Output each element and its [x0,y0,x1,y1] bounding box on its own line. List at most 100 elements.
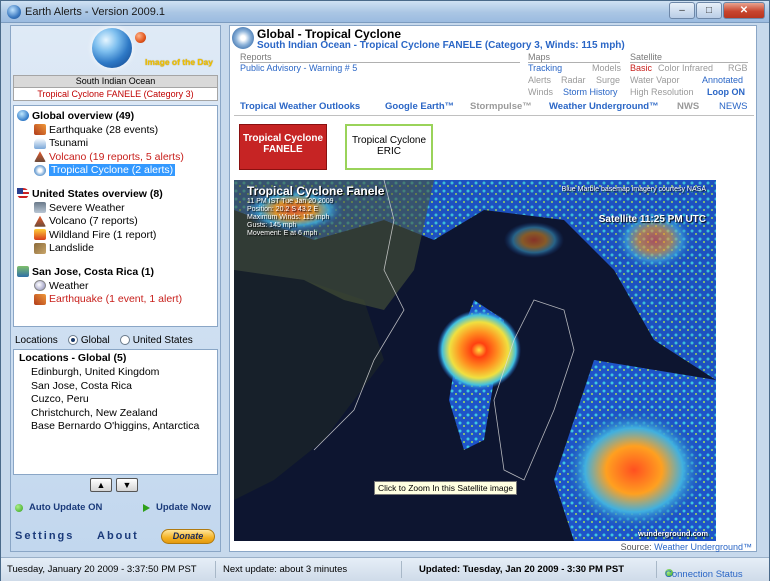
color-infrared-link[interactable]: Color Infrared [658,63,713,73]
status-bar: Tuesday, January 20 2009 - 3:37:50 PM PS… [1,557,769,581]
radio-global[interactable]: Global [67,334,110,346]
tree-group-us[interactable]: United States overview (8) [17,186,217,201]
tree-item-label: Earthquake (1 event, 1 alert) [49,293,183,306]
radio-icon[interactable] [119,335,130,345]
surge-link[interactable]: Surge [596,75,620,85]
settings-button[interactable]: Settings [15,530,74,542]
nws-link[interactable]: NWS [677,101,699,112]
about-button[interactable]: About [97,530,139,542]
move-down-button[interactable]: ▼ [116,478,138,492]
zoom-tooltip: Click to Zoom In this Satellite image [374,481,518,495]
tree-item-weather[interactable]: Weather [17,279,217,293]
tree-item-volcano[interactable]: Volcano (19 reports, 5 alerts) [17,150,217,164]
news-link[interactable]: NEWS [719,101,748,112]
page-subtitle[interactable]: South Indian Ocean - Tropical Cyclone FA… [257,40,625,51]
next-update: Next update: about 3 minutes [223,564,348,575]
annotated-link[interactable]: Annotated [702,75,743,85]
storm-eric-button[interactable]: Tropical Cyclone ERIC [345,124,433,170]
tropical-outlooks-link[interactable]: Tropical Weather Outlooks [240,101,360,112]
image-of-the-day-label[interactable]: Image of the Day [145,57,213,67]
tree-item-severe-weather[interactable]: Severe Weather [17,201,217,215]
alerts-link[interactable]: Alerts [528,75,551,85]
tree-group-global[interactable]: Global overview (49) [17,108,217,123]
status-dot-icon [15,503,23,512]
globe-icon[interactable] [92,28,132,68]
radio-label: United States [132,334,193,346]
connection-status-label: Connection Status [665,569,743,580]
satellite-image[interactable]: Tropical Cyclone Fanele 11 PM IST Tue Ja… [234,180,716,541]
alerts-tree: Global overview (49) Earthquake (28 even… [13,105,218,327]
divider [656,561,657,578]
locations-list: Locations - Global (5) Edinburgh, United… [13,349,218,475]
alert-dot-icon [135,32,146,43]
list-item[interactable]: Christchurch, New Zealand [19,407,217,421]
auto-update-toggle[interactable]: Auto Update ON [15,502,102,513]
locations-filter: Locations Global United States [13,333,218,347]
tree-item-tropical-cyclone[interactable]: Tropical Cyclone (2 alerts) [17,164,217,178]
models-link[interactable]: Models [592,63,621,73]
stormpulse-link[interactable]: Stormpulse™ [470,101,532,112]
storm-icon [34,202,46,214]
tree-item-tsunami[interactable]: Tsunami [17,137,217,151]
public-advisory-link[interactable]: Public Advisory - Warning # 5 [240,63,357,73]
image-of-the-day[interactable]: Image of the Day [11,26,220,76]
title-bar: Earth Alerts - Version 2009.1 – □ ✕ [1,1,769,23]
tracking-link[interactable]: Tracking [528,63,562,73]
source-link[interactable]: Weather Underground™ [654,542,752,552]
tree-item-us-volcano[interactable]: Volcano (7 reports) [17,215,217,229]
storm-info-line: 11 PM IST Tue Jan 20 2009 [247,198,334,205]
divider [401,561,402,578]
minimize-button[interactable]: – [669,2,695,19]
tree-group-san-jose[interactable]: San Jose, Costa Rica (1) [17,264,217,279]
source-attribution: Source: Weather Underground™ [621,542,752,552]
reports-header: Reports [240,52,520,63]
satellite-time: Satellite 11:25 PM UTC [598,214,706,225]
imagery-credit: Blue Marble basemap imagery courtesy NAS… [561,186,706,193]
tree-item-landslide[interactable]: Landslide [17,242,217,256]
rgb-link[interactable]: RGB [728,63,748,73]
update-now-button[interactable]: Update Now [143,502,211,513]
high-resolution-link[interactable]: High Resolution [630,87,694,97]
cyclone-icon [232,27,254,49]
list-item[interactable]: Cuzco, Peru [19,393,217,407]
storm-info: 11 PM IST Tue Jan 20 2009 Position: 20.2… [247,198,334,238]
main-panel: Global - Tropical Cyclone South Indian O… [229,25,757,552]
tree-item-label: Tsunami [49,137,89,150]
fire-icon [34,229,46,241]
maximize-button[interactable]: □ [696,2,722,19]
tree-item-wildland-fire[interactable]: Wildland Fire (1 report) [17,228,217,242]
tree-item-label: Severe Weather [49,201,125,214]
radio-icon[interactable] [67,335,78,345]
globe-icon [17,110,29,121]
weather-underground-link[interactable]: Weather Underground™ [549,101,659,112]
tree-item-label: Wildland Fire (1 report) [49,228,157,241]
play-icon [143,503,150,512]
storm-info-line: Position: 20.2 S 43.2 E [247,206,319,213]
close-button[interactable]: ✕ [723,2,765,19]
tree-item-earthquake[interactable]: Earthquake (28 events) [17,123,217,137]
storm-fanele-button[interactable]: Tropical Cyclone FANELE [239,124,327,170]
loop-toggle[interactable]: Loop ON [707,87,745,97]
list-item[interactable]: Base Bernardo O'higgins, Antarctica [19,420,217,434]
tree-item-label: Volcano (19 reports, 5 alerts) [49,150,184,163]
google-earth-link[interactable]: Google Earth™ [385,101,454,112]
region-label: South Indian Ocean [13,75,218,88]
radio-united-states[interactable]: United States [119,334,193,346]
satellite-title: Tropical Cyclone Fanele [247,184,385,198]
water-vapor-link[interactable]: Water Vapor [630,75,680,85]
move-up-button[interactable]: ▲ [90,478,112,492]
radio-label: Global [80,334,110,346]
list-item[interactable]: San Jose, Costa Rica [19,380,217,394]
volcano-icon [34,215,46,227]
basic-link[interactable]: Basic [630,63,652,73]
storm-history-link[interactable]: Storm History [563,87,618,97]
winds-link[interactable]: Winds [528,87,553,97]
donate-button[interactable]: Donate [161,529,215,544]
tree-item-sj-earthquake[interactable]: Earthquake (1 event, 1 alert) [17,293,217,307]
tree-item-label: Landslide [49,242,94,255]
region-event-label[interactable]: Tropical Cyclone FANELE (Category 3) [13,88,218,101]
satellite-header: Satellite [630,52,748,63]
list-item[interactable]: Edinburgh, United Kingdom [19,366,217,380]
links-grid: Reports Public Advisory - Warning # 5 Ma… [230,52,758,98]
radar-link[interactable]: Radar [561,75,586,85]
